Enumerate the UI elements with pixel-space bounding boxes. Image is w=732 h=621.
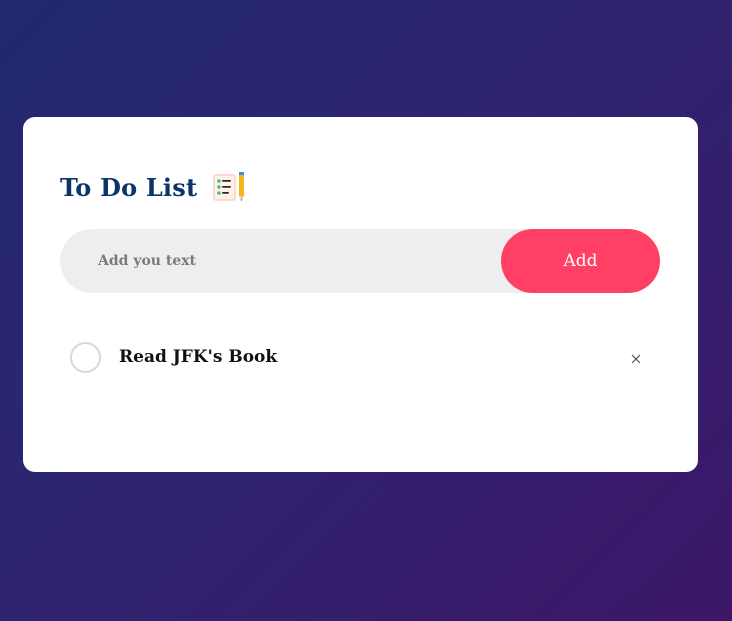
title-row: To Do List	[60, 167, 247, 207]
page-title: To Do List	[60, 172, 198, 202]
add-task-row: Add	[60, 229, 660, 293]
task-text-input[interactable]	[60, 229, 500, 293]
checklist-icon	[211, 170, 247, 204]
task-list: Read JFK's Book	[60, 333, 660, 381]
add-button[interactable]: Add	[501, 229, 660, 293]
todo-card: To Do List Add you text Add Read JFK's B…	[23, 117, 698, 472]
task-label: Read JFK's Book	[119, 347, 278, 367]
close-icon[interactable]	[624, 347, 648, 371]
task-item[interactable]: Read JFK's Book	[60, 333, 660, 381]
task-checkbox[interactable]	[70, 341, 101, 373]
